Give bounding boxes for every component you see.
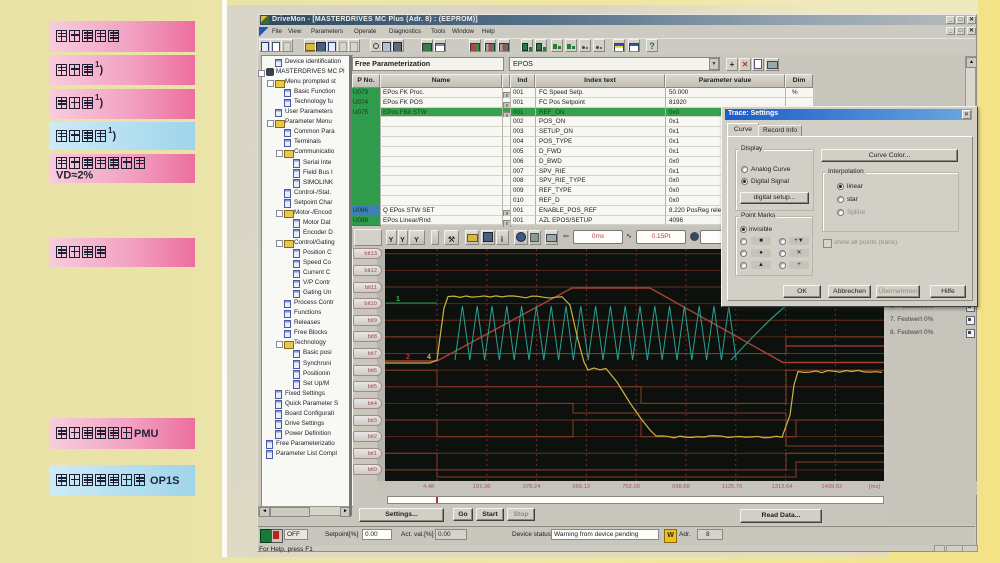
svg-text:4: 4 — [427, 354, 431, 361]
svg-text:2: 2 — [406, 354, 410, 361]
svg-text:1: 1 — [396, 296, 400, 303]
